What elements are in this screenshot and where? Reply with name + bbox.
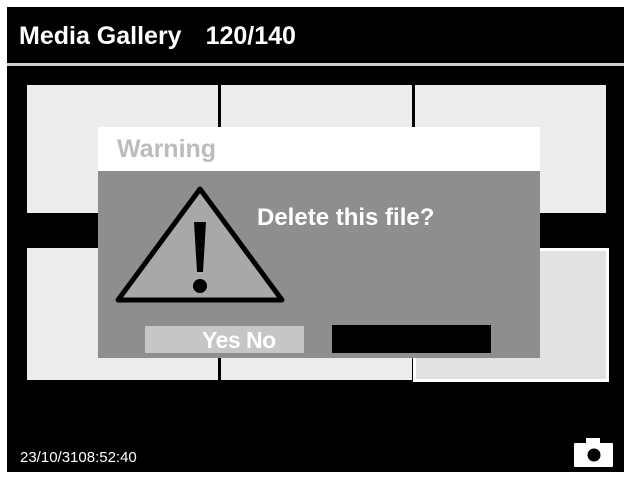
no-button[interactable] [332, 325, 491, 353]
header-divider [7, 63, 624, 66]
delete-warning-dialog: Warning Delete this file? Yes No [98, 127, 540, 358]
timestamp: 23/10/3108:52:40 [20, 449, 137, 466]
camera-screen: Media Gallery 120/140 Warning Delete this… [7, 7, 624, 472]
header-title: Media Gallery [19, 22, 182, 50]
header-bar: Media Gallery 120/140 [7, 7, 624, 63]
dialog-title-bar: Warning [98, 127, 540, 171]
page-title: Media Gallery 120/140 [19, 22, 296, 51]
dialog-title: Warning [117, 135, 217, 163]
warning-triangle-icon [115, 186, 285, 303]
dialog-message: Delete this file? [257, 204, 435, 231]
file-counter: 120/140 [205, 22, 296, 50]
yes-button[interactable]: Yes No [145, 326, 304, 353]
yes-no-button-label: Yes No [202, 327, 276, 353]
camera-icon[interactable] [572, 436, 615, 469]
